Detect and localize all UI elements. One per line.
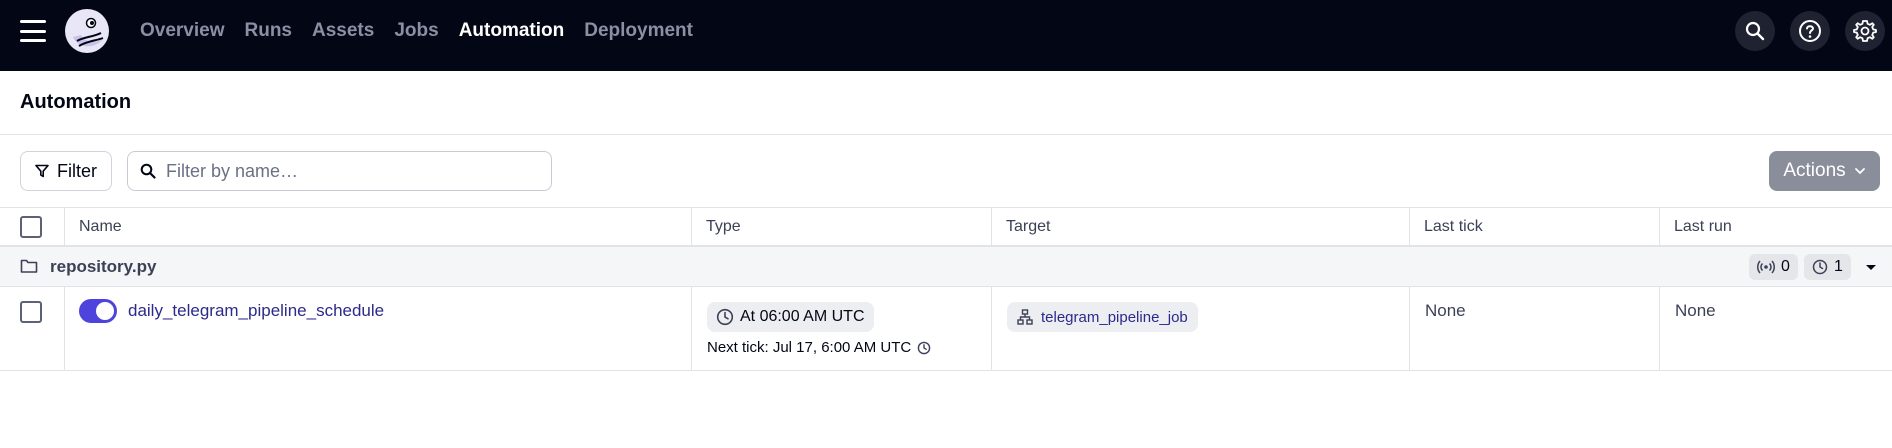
last-tick-value: None [1425,301,1466,320]
filter-button-label: Filter [57,160,97,181]
column-header-last-tick[interactable]: Last tick [1409,208,1659,246]
clock-icon [917,341,931,354]
search-button[interactable] [1735,11,1775,51]
schedule-name-link[interactable]: daily_telegram_pipeline_schedule [128,301,384,321]
top-nav-bar: Overview Runs Assets Jobs Automation Dep… [0,0,1892,71]
column-header-target[interactable]: Target [991,208,1409,246]
select-all-cell [0,208,64,246]
select-all-checkbox[interactable] [20,216,42,238]
nav-runs[interactable]: Runs [245,20,293,42]
nav-deployment[interactable]: Deployment [584,20,693,42]
column-header-name[interactable]: Name [64,208,691,246]
schedule-count: 1 [1834,258,1843,275]
help-icon [1799,20,1821,42]
page-title: Automation [20,91,132,113]
schedule-type-tag[interactable]: At 06:00 AM UTC [707,302,874,332]
actions-button-label: Actions [1783,160,1846,181]
row-select-cell [0,287,64,370]
sensor-count: 0 [1781,258,1790,275]
automation-table: Name Type Target Last tick Last run repo… [0,207,1892,371]
repository-group-row[interactable]: repository.py 0 1 [0,247,1892,287]
row-checkbox[interactable] [20,301,42,323]
help-button[interactable] [1790,11,1830,51]
column-header-type[interactable]: Type [691,208,991,246]
repository-name: repository.py [50,257,157,276]
sensor-count-badge: 0 [1749,254,1798,280]
name-cell [64,287,691,370]
schedule-type-label: At 06:00 AM UTC [740,308,865,325]
search-icon [1745,21,1765,41]
caret-down-icon[interactable] [1864,257,1878,277]
page-header: Automation [0,71,1892,135]
schedule-count-badge: 1 [1804,254,1851,280]
column-header-last-run[interactable]: Last run [1659,208,1892,246]
filter-button[interactable]: Filter [20,151,112,191]
nav-jobs[interactable]: Jobs [394,20,438,42]
last-run-cell [1659,287,1892,370]
target-job-tag[interactable]: telegram_pipeline_job [1007,302,1198,332]
last-tick-cell [1409,287,1659,370]
nav-assets[interactable]: Assets [312,20,374,42]
nav-automation[interactable]: Automation [459,20,565,42]
clock-icon [1812,259,1828,275]
dagster-logo[interactable] [63,7,111,55]
search-input[interactable] [166,160,546,182]
chevron-down-icon [1854,168,1865,175]
settings-button[interactable] [1845,11,1885,51]
last-run-value: None [1675,301,1716,320]
next-tick-label: Next tick: Jul 17, 6:00 AM UTC [707,339,912,356]
clock-icon [716,308,734,326]
job-icon [1017,309,1033,325]
gear-icon [1853,20,1877,42]
nav-overview[interactable]: Overview [140,20,225,42]
menu-icon[interactable] [20,20,46,42]
toolbar: Filter Actions [0,135,1892,207]
folder-icon [20,259,38,273]
table-row: daily_telegram_pipeline_schedule At 06:0… [0,287,1892,371]
table-header: Name Type Target Last tick Last run [0,207,1892,247]
search-box[interactable] [127,151,552,191]
actions-button[interactable]: Actions [1769,151,1880,191]
filter-icon [35,164,49,178]
main-nav: Overview Runs Assets Jobs Automation Dep… [140,0,693,62]
next-tick: Next tick: Jul 17, 6:00 AM UTC [707,339,931,356]
schedule-toggle[interactable] [79,299,117,323]
search-icon [140,163,156,179]
target-job-label: telegram_pipeline_job [1041,308,1188,326]
sensor-icon [1757,260,1775,274]
